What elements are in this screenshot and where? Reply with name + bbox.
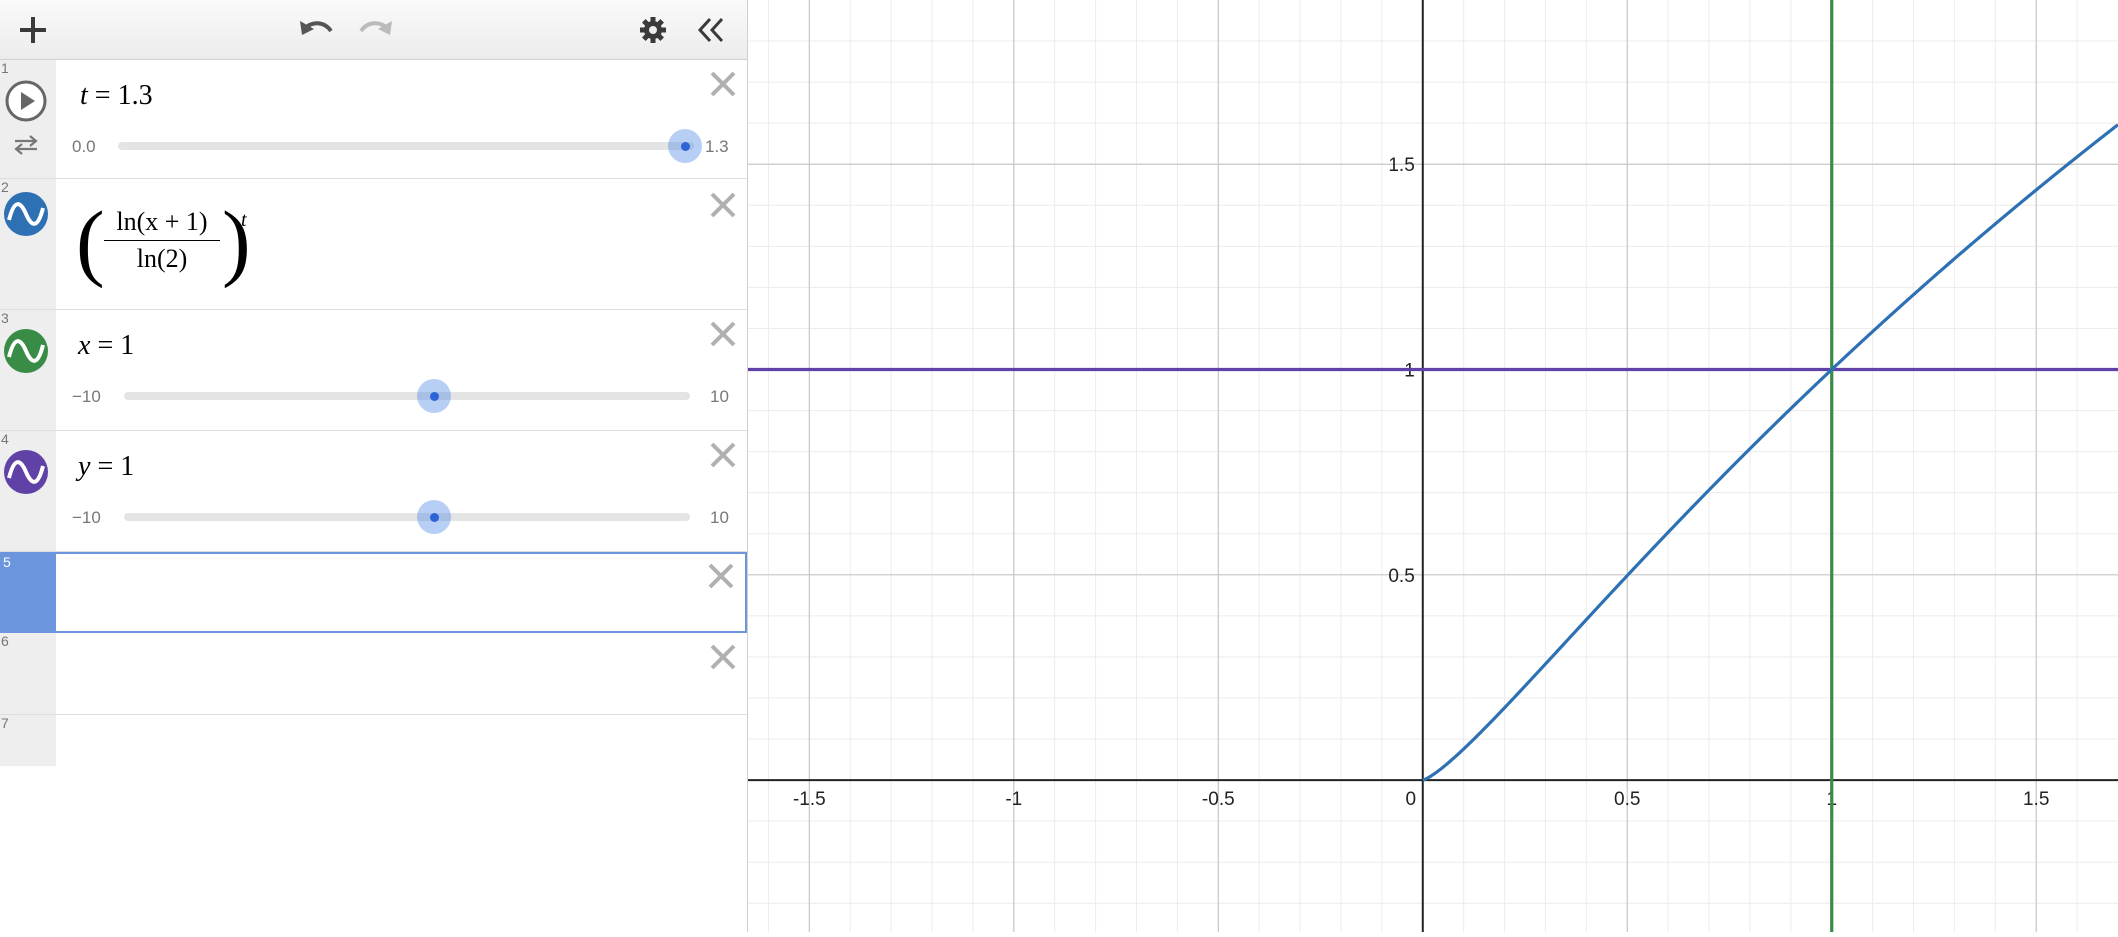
variable-x: x — [78, 330, 91, 361]
expression-row-t-slider[interactable]: 1 t = 1.3 0.0 1.3 — [0, 60, 747, 179]
expression-row-empty[interactable]: 7 — [0, 715, 747, 767]
denominator: ln(2) — [136, 244, 188, 273]
slider-max: 1.3 — [705, 137, 729, 156]
add-icon[interactable] — [10, 0, 56, 59]
row-number: 7 — [1, 715, 9, 731]
slider-min: −10 — [72, 387, 101, 406]
expression-row-y-slider[interactable]: 4 y = 1 −10 10 — [0, 431, 747, 552]
expression-row-function[interactable]: 2 ( ln(x + 1) ln(2) ) t — [0, 179, 747, 310]
slider-min: 0.0 — [72, 137, 96, 156]
row-number: 1 — [1, 60, 9, 76]
graph-svg[interactable]: -1.5-1-0.500.511.50.511.5 — [748, 0, 2118, 932]
exponent: t — [241, 209, 247, 231]
slider-handle[interactable] — [417, 379, 451, 413]
graph-wave-icon[interactable] — [3, 328, 49, 374]
equals-sign: = — [90, 451, 121, 482]
row-number: 4 — [1, 431, 9, 447]
equals-sign: = — [90, 330, 121, 361]
slider-value: 1.3 — [117, 80, 153, 111]
graph-wave-icon[interactable] — [3, 449, 49, 495]
expression-row-x-slider[interactable]: 3 x = 1 −10 10 — [0, 310, 747, 431]
x-tick-label: -1 — [1005, 789, 1022, 810]
x-tick-label: -1.5 — [793, 789, 826, 810]
slider-value: 1 — [120, 330, 135, 361]
numerator: ln(x + 1) — [116, 207, 208, 236]
double-chevron-left-icon[interactable] — [686, 0, 736, 59]
x-tick-label: 1.5 — [2023, 789, 2049, 810]
graph-canvas[interactable]: -1.5-1-0.500.511.50.511.5 — [748, 0, 2118, 932]
close-icon[interactable] — [707, 68, 739, 100]
slider-track[interactable] — [124, 513, 690, 521]
close-icon[interactable] — [707, 641, 739, 673]
variable-y: y — [78, 451, 91, 482]
slider-track[interactable] — [124, 392, 690, 400]
row-number: 5 — [3, 554, 11, 570]
graph-wave-icon[interactable] — [3, 191, 49, 237]
slider-equation[interactable]: y = 1 — [78, 451, 134, 483]
loop-icon[interactable] — [3, 130, 49, 160]
toolbar — [0, 0, 747, 60]
row-number: 3 — [1, 310, 9, 326]
slider-track[interactable] — [118, 142, 694, 150]
equals-sign: = — [87, 80, 118, 111]
slider-max: 10 — [710, 387, 729, 406]
y-tick-label: 1.5 — [1388, 155, 1414, 176]
x-tick-label: 0 — [1405, 789, 1416, 810]
left-paren: ( — [76, 193, 105, 289]
close-icon[interactable] — [707, 439, 739, 471]
close-icon[interactable] — [707, 189, 739, 221]
expression-panel: 1 t = 1.3 0.0 1.3 2 ( ln(x + 1) ln(2)) … — [0, 0, 748, 932]
slider-max: 10 — [710, 508, 729, 527]
function-curve[interactable] — [1422, 123, 2118, 782]
slider-equation[interactable]: x = 1 — [78, 330, 134, 362]
slider-equation[interactable]: t = 1.3 — [80, 80, 153, 112]
close-icon[interactable] — [707, 318, 739, 350]
gear-icon[interactable] — [630, 0, 676, 59]
fraction-bar — [104, 240, 220, 241]
redo-icon[interactable] — [350, 0, 400, 59]
slider-value: 1 — [120, 451, 135, 482]
expression-row-empty-focused[interactable]: 5 — [0, 552, 747, 633]
fraction: ln(x + 1) ln(2) — [104, 207, 220, 274]
row-number: 6 — [1, 633, 9, 649]
undo-icon[interactable] — [292, 0, 342, 59]
expression-row-empty[interactable]: 6 — [0, 633, 747, 715]
play-icon[interactable] — [3, 78, 49, 124]
close-icon[interactable] — [705, 560, 737, 592]
y-tick-label: 0.5 — [1388, 566, 1414, 587]
x-tick-label: 0.5 — [1614, 789, 1640, 810]
slider-min: −10 — [72, 508, 101, 527]
x-tick-label: -0.5 — [1202, 789, 1235, 810]
slider-handle[interactable] — [668, 129, 702, 163]
variable-t: t — [80, 80, 88, 111]
slider-handle[interactable] — [417, 500, 451, 534]
right-paren: ) — [222, 193, 251, 289]
